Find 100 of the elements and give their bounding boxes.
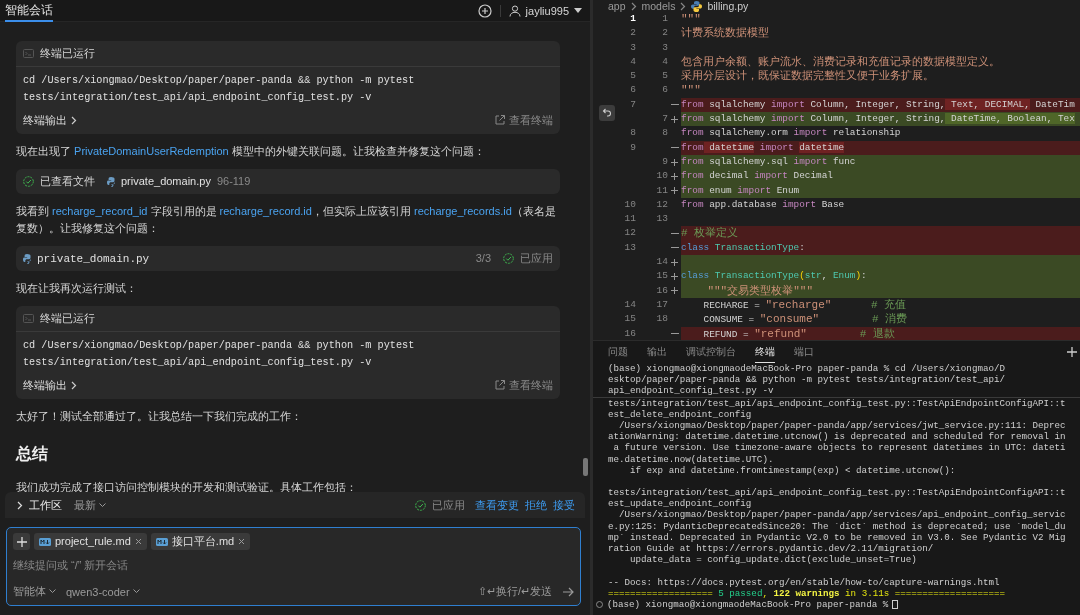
python-file-icon [107,176,115,187]
prompt-input[interactable]: 继续提问或 “/” 新开会话 [13,559,574,571]
minus-icon [670,104,679,106]
terminal-line: tests/integration/test_api/api_endpoint_config_test.py::TestApiEndpointConfigAPI::t [608,487,1067,499]
terminal-line: me.datetime.now(datetime.UTC). [608,453,775,465]
caret-down-icon [574,8,582,13]
code-line: CONSUME = "consume" # 消费 [702,312,909,327]
line-number: 1 [661,12,668,26]
attachment-chip[interactable]: project_rule.md [34,533,147,550]
terminal-output-toggle[interactable]: 终端输出 [23,112,77,128]
plus-icon [671,158,678,166]
action-link[interactable]: 拒绝 [525,497,547,513]
scrollbar[interactable] [583,458,588,476]
line-number: 5 [661,69,668,84]
applied-status: 已应用 [520,251,553,266]
code-line: 采用分层设计，既保证数据完整性又便于业务扩展。 [681,69,935,84]
terminal-line: -- Docs: https://docs.pytest.org/en/stable/how-to/capture-warnings.html [608,576,1001,588]
code-reference-link[interactable]: recharge_record.id [219,205,312,217]
panel-tab[interactable]: 智能会话 [5,0,53,22]
plus-icon [671,287,678,295]
check-circle-icon [503,253,514,264]
revert-icon[interactable] [599,105,615,121]
terminal-line: if exp and datetime.fromtimestamp(exp) < datetime.utcnow(): [629,464,957,476]
breadcrumb-item[interactable]: billing.py [707,0,749,12]
markdown-file-icon [39,537,51,546]
minus-icon [670,247,679,249]
line-number: 16 [623,326,636,340]
action-link[interactable]: 查看变更 [475,497,519,513]
terminal-line: api_endpoint_config_test.py -v [593,385,1080,398]
close-icon[interactable] [134,538,142,545]
line-number: 5 [629,69,636,84]
external-link-icon [495,115,505,125]
view-terminal-button[interactable]: 查看终端 [495,377,553,393]
plus-icon [671,115,678,123]
line-number: 11 [623,212,636,227]
code-reference-link[interactable]: PrivateDomainUserRedemption [74,145,229,157]
code-reference-link[interactable]: recharge_record_id [52,205,148,217]
line-number: 4 [661,54,668,69]
line-number: 1 [629,12,636,26]
chevron-right-icon [680,1,687,11]
action-link[interactable]: 接受 [553,497,575,513]
mode-dropdown[interactable]: 智能体 [13,584,56,599]
panel-tab[interactable]: 调试控制台 [686,341,736,363]
add-icon[interactable] [477,3,492,18]
user-menu[interactable]: jayliu995 [508,4,582,17]
attachment-chip[interactable]: 接口平台.md [150,533,251,550]
plus-icon [671,258,678,266]
version-dropdown[interactable]: 最新 [74,497,106,513]
line-number: 18 [655,312,668,327]
minus-icon [670,333,679,335]
message-text: 现在出现了 PrivateDomainUserRedemption 模型中的外键关联问题。让我检查并修复这个问题： [16,144,486,159]
terminal-line: (base) xiongmao@xiongmaodeMacBook-Pro paper-panda % cd /Users/xiongmao/D [608,363,1006,375]
cursor [892,600,899,610]
breadcrumb-item[interactable]: app [608,0,626,12]
line-number: 6 [629,83,636,98]
line-number: 2 [661,26,668,41]
model-dropdown[interactable]: qwen3-coder [66,585,140,598]
terminal-line: /Users/xiongmao/Desktop/paper/paper-panda/app/services/api_endpoint_config_servic [618,509,1067,521]
plus-icon [671,172,678,180]
line-number: 9 [661,154,668,169]
line-number: 10 [655,169,668,184]
panel-tab[interactable]: 端口 [794,341,814,363]
terminal-icon [23,314,34,323]
chevron-right-icon [630,1,637,11]
check-circle-icon [23,176,34,187]
add-context-button[interactable] [13,533,30,550]
line-range: 96-119 [216,174,251,189]
line-number: 13 [655,212,668,227]
view-terminal-button[interactable]: 查看终端 [495,112,553,128]
breadcrumb-item[interactable]: models [641,0,676,12]
send-icon[interactable] [562,586,574,597]
file-name[interactable]: private_domain.py [37,252,150,265]
message-text: 太好了！测试全部通过了。让我总结一下我们完成的工作： [16,409,303,424]
chevron-down-icon [99,502,106,508]
code-reference-link[interactable]: recharge_records.id [414,205,512,217]
test-summary: =================== 5 passed, 122 warnings in 3.11s ==================== [608,587,1006,599]
message-composer[interactable]: project_rule.md 接口平台.md 继续提问或 “/” 新开会话 智能体 qwen3-coder ⇧↵换行/↵发送 [6,527,581,606]
workspace-label[interactable]: 工作区 [29,496,62,514]
panel-tab[interactable]: 输出 [647,341,667,363]
panel-tab[interactable]: 问题 [608,341,628,363]
terminal-line: tests/integration/test_api/api_endpoint_config_test.py::TestApiEndpointConfigAPI::t [608,397,1067,409]
terminal-prompt: (base) xiongmao@xiongmaodeMacBook-Pro paper-panda % [607,598,889,611]
code-line: 计费系统数据模型 [681,26,770,41]
terminal-status: 终端已运行 [40,46,95,61]
file-name[interactable]: private_domain.py [121,173,211,190]
panel-tab[interactable]: 终端 [755,341,775,363]
line-number: 14 [655,255,668,270]
terminal-icon [23,49,34,58]
terminal-line: /Users/xiongmao/Desktop/paper/paper-panda/app/services/jwt_service.py:111: Deprec [618,419,1067,432]
terminal-output-toggle[interactable]: 终端输出 [23,377,77,393]
line-number: 7 [661,112,668,127]
change-count: 3/3 [475,251,491,266]
terminal-line: ration Guide at https://errors.pydantic.dev/2.11/migration/ [608,543,935,555]
close-icon[interactable] [238,538,246,545]
minus-icon [670,233,679,235]
message-text: 现在让我再次运行测试： [16,281,138,296]
line-number: 15 [623,312,636,327]
message-text: 我看到 recharge_record_id 字段引用的是 recharge_record.id，但实际上应该引用 recharge_records.id（表名是复数）。让我修复这个问题： [16,204,557,236]
new-terminal-icon[interactable] [1066,346,1078,358]
code-line: from sqlalchemy.orm import relationship [681,126,902,141]
